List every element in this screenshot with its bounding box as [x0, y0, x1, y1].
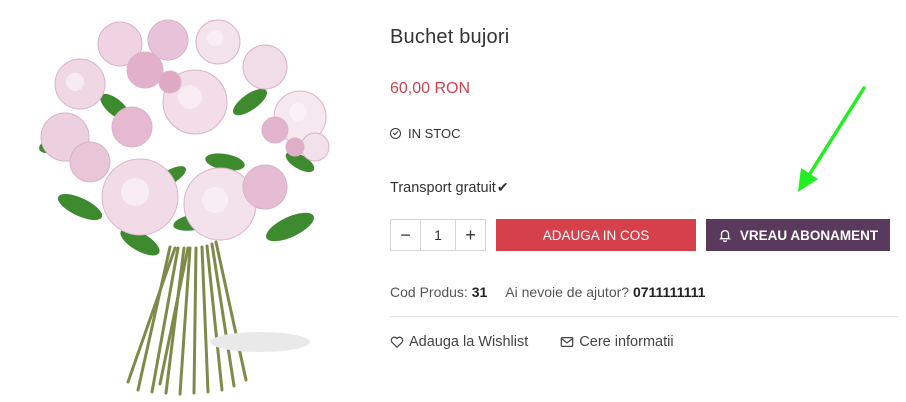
product-code: Cod Produs: 31: [390, 284, 487, 300]
quantity-input[interactable]: 1: [420, 220, 456, 250]
product-actions: Adauga la Wishlist Cere informatii: [390, 334, 674, 350]
add-to-wishlist-link[interactable]: Adauga la Wishlist: [390, 334, 528, 350]
request-info-link[interactable]: Cere informatii: [560, 334, 674, 350]
envelope-icon: [560, 337, 574, 347]
product-price: 60,00 RON: [390, 80, 471, 97]
quantity-stepper[interactable]: − 1 +: [390, 219, 486, 251]
check-circle-icon: [390, 128, 401, 139]
shipping-label: Transport gratuit: [390, 179, 496, 196]
product-info: Buchet bujori 60,00 RON IN STOC Transpor…: [390, 0, 900, 402]
info-label: Cere informatii: [579, 334, 674, 350]
subscribe-button[interactable]: VREAU ABONAMENT: [706, 219, 890, 251]
help-phone[interactable]: 0711111111: [633, 284, 705, 300]
wishlist-label: Adauga la Wishlist: [409, 334, 529, 350]
product-code-value: 31: [471, 284, 488, 300]
help-label: Ai nevoie de ajutor?: [505, 284, 630, 300]
help-info: Ai nevoie de ajutor? 0711111111: [505, 284, 705, 300]
product-code-label: Cod Produs:: [390, 284, 468, 300]
quantity-decrease-button[interactable]: −: [391, 220, 420, 250]
product-image: [39, 19, 330, 396]
product-meta: Cod Produs: 31 Ai nevoie de ajutor? 0711…: [390, 284, 705, 300]
stock-status: IN STOC: [390, 126, 461, 141]
add-to-cart-button[interactable]: ADAUGA IN COS: [496, 219, 696, 251]
stock-label: IN STOC: [408, 126, 461, 141]
bell-icon: [719, 229, 731, 242]
checkmark-icon: ✔: [496, 179, 509, 195]
heart-icon: [390, 336, 404, 349]
shipping-info: Transport gratuit ✔: [390, 179, 509, 196]
green-arrow-annotation: [798, 86, 866, 192]
product-title: Buchet bujori: [390, 26, 510, 48]
quantity-increase-button[interactable]: +: [456, 220, 485, 250]
subscribe-label: VREAU ABONAMENT: [739, 227, 879, 243]
divider: [390, 316, 898, 317]
